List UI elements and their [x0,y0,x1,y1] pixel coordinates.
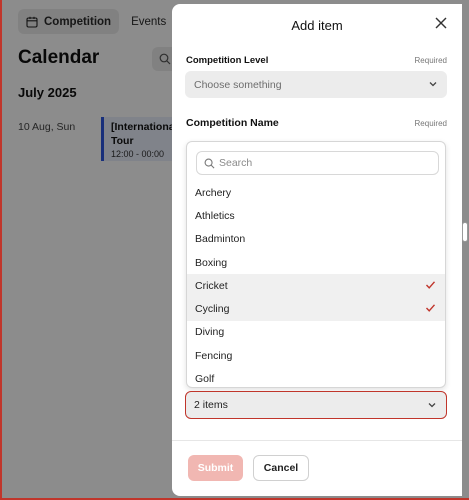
modal-title: Add item [291,18,343,33]
chevron-down-icon [428,403,436,408]
competition-name-label: Competition Name [186,117,279,129]
dropdown-options: Archery Athletics Badminton Boxing Crick… [187,181,445,387]
option-label: Archery [195,186,232,199]
option-athletics[interactable]: Athletics [187,204,445,227]
competition-name-select[interactable]: 2 items [185,391,447,419]
option-label: Athletics [195,209,235,222]
competition-level-value: Choose something [194,78,282,91]
competition-level-label: Competition Level [186,55,269,66]
search-icon [204,158,215,169]
option-fencing[interactable]: Fencing [187,344,445,367]
competition-name-required: Required [414,119,447,128]
option-label: Fencing [195,349,233,362]
option-cycling[interactable]: Cycling [187,297,445,321]
option-cricket[interactable]: Cricket [187,274,445,298]
competition-level-select[interactable]: Choose something [185,71,447,98]
dropdown-search-input[interactable] [219,157,419,169]
close-button[interactable] [433,15,449,31]
option-label: Cricket [195,279,228,292]
option-archery[interactable]: Archery [187,181,445,204]
competition-name-value: 2 items [194,399,228,411]
option-label: Cycling [195,303,230,316]
submit-button[interactable]: Submit [188,455,243,481]
option-label: Golf [195,373,215,386]
option-badminton[interactable]: Badminton [187,228,445,251]
option-label: Boxing [195,256,228,269]
option-boxing[interactable]: Boxing [187,251,445,274]
option-golf[interactable]: Golf [187,367,445,387]
checkmark-icon [425,304,436,313]
option-label: Badminton [195,233,246,246]
option-label: Diving [195,326,225,339]
chevron-down-icon [429,82,437,87]
competition-name-dropdown: Archery Athletics Badminton Boxing Crick… [186,141,446,388]
option-diving[interactable]: Diving [187,321,445,344]
checkmark-icon [425,281,436,290]
footer-divider [172,440,462,441]
scrollbar-handle[interactable] [462,222,468,242]
dropdown-search[interactable] [196,151,439,175]
close-icon [435,17,447,29]
cancel-button[interactable]: Cancel [253,455,309,481]
competition-level-required: Required [414,56,447,65]
add-item-modal: Add item Competition Level Required Choo… [172,4,462,496]
